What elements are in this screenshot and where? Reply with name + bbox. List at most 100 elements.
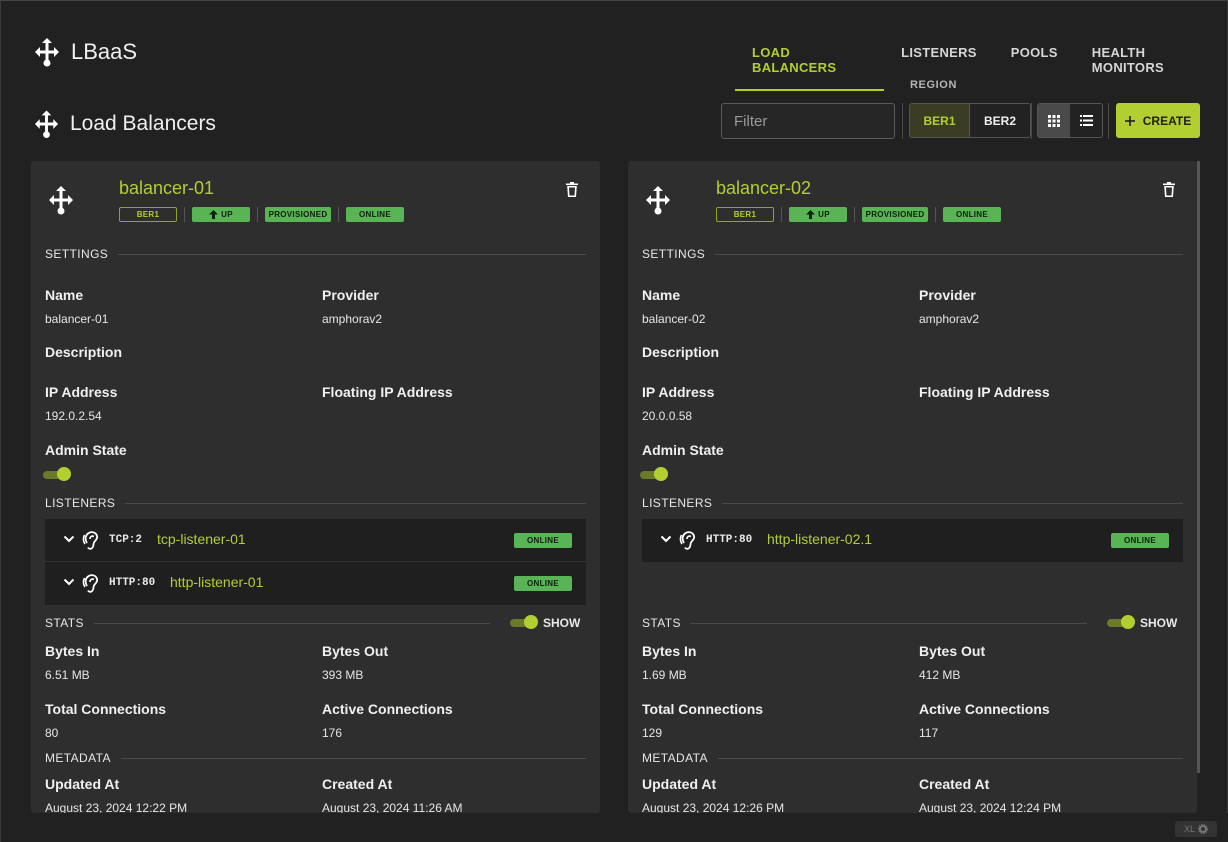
chevron-down-icon[interactable]: [660, 533, 672, 545]
status-up-label: UP: [818, 210, 830, 219]
admin-state-toggle[interactable]: [43, 467, 71, 481]
bytes-out-label: Bytes Out: [322, 643, 389, 659]
tab-health-monitors[interactable]: HEALTH MONITORS: [1075, 33, 1227, 91]
floating-ip-label: Floating IP Address: [919, 384, 1050, 400]
stats-show-toggle-group: SHOW: [508, 615, 586, 630]
trash-icon[interactable]: [1163, 182, 1175, 197]
bytes-in-label: Bytes In: [642, 643, 697, 659]
updated-at-value: August 23, 2024 12:22 PM: [45, 801, 188, 813]
description-label: Description: [45, 344, 123, 360]
listeners-list: HTTP:80 http-listener-02.1 ONLINE: [642, 519, 1183, 562]
stats-show-toggle[interactable]: [510, 615, 538, 629]
filter-input[interactable]: [721, 103, 895, 139]
provisioning-badge: PROVISIONED: [862, 207, 928, 222]
stats-show-toggle-group: SHOW: [1105, 615, 1183, 630]
create-button-label: CREATE: [1142, 113, 1192, 128]
ip-address-label: IP Address: [45, 384, 118, 400]
toggle-knob: [57, 467, 71, 481]
settings-section-header: SETTINGS: [45, 247, 586, 261]
toggle-knob: [524, 615, 538, 629]
badge-divider: [935, 207, 936, 222]
floating-ip-label: Floating IP Address: [322, 384, 453, 400]
section-title: LISTENERS: [642, 496, 713, 510]
listener-protocol: HTTP:80: [109, 577, 156, 589]
show-label: SHOW: [543, 616, 581, 630]
status-up-badge: UP: [789, 207, 847, 222]
section-divider: [717, 757, 1183, 759]
listener-status-badge: ONLINE: [514, 533, 572, 548]
load-balancer-icon: [646, 186, 670, 215]
active-connections-label: Active Connections: [919, 701, 1050, 717]
scrollbar[interactable]: [1197, 161, 1200, 773]
section-title: METADATA: [45, 751, 111, 765]
listeners-section-header: LISTENERS: [642, 496, 1183, 510]
toolbar-divider: [1108, 103, 1109, 139]
total-connections-value: 80: [45, 726, 59, 740]
listener-name-link[interactable]: tcp-listener-01: [157, 531, 246, 547]
app-window: LBaaS LOAD BALANCERS LISTENERS POOLS HEA…: [0, 0, 1228, 842]
active-connections-value: 176: [322, 726, 343, 740]
app-title: LBaaS: [71, 39, 138, 64]
load-balancer-card: balancer-02 BER1 UP PROVISIONED ONLINE S…: [628, 161, 1197, 813]
section-title: METADATA: [642, 751, 708, 765]
total-connections-label: Total Connections: [642, 701, 764, 717]
operating-status-badge: ONLINE: [346, 207, 404, 222]
admin-state-label: Admin State: [45, 442, 127, 458]
region-selector: BER1 BER2: [909, 103, 1031, 138]
trash-icon[interactable]: [566, 182, 578, 197]
tab-load-balancers[interactable]: LOAD BALANCERS: [735, 33, 885, 91]
ear-icon: [82, 574, 99, 593]
grid-view-button[interactable]: [1038, 104, 1070, 137]
badge-divider: [257, 207, 258, 222]
load-balancer-icon: [49, 186, 73, 215]
bottom-bar: [1, 813, 1228, 842]
breakpoint-label: XL: [1183, 824, 1195, 834]
created-at-value: August 23, 2024 11:26 AM: [322, 801, 463, 813]
listener-name-link[interactable]: http-listener-02.1: [767, 531, 872, 547]
updated-at-value: August 23, 2024 12:26 PM: [642, 801, 785, 813]
stats-show-toggle[interactable]: [1107, 615, 1135, 629]
admin-state-label: Admin State: [642, 442, 724, 458]
badge-divider: [184, 207, 185, 222]
ip-address-value: 20.0.0.58: [642, 409, 693, 423]
stats-section-header: STATS SHOW: [45, 615, 586, 630]
region-ber1-button[interactable]: BER1: [910, 104, 970, 137]
bytes-out-value: 393 MB: [322, 668, 364, 682]
balancer-name-link[interactable]: balancer-02: [716, 178, 811, 199]
bytes-in-value: 1.69 MB: [642, 668, 687, 682]
status-up-label: UP: [221, 210, 233, 219]
status-badges: BER1 UP PROVISIONED ONLINE: [716, 207, 1001, 222]
listener-row[interactable]: HTTP:80 http-listener-01 ONLINE: [45, 562, 586, 605]
section-divider: [120, 757, 586, 759]
status-up-badge: UP: [192, 207, 250, 222]
top-nav: LOAD BALANCERS LISTENERS POOLS HEALTH MO…: [735, 33, 1227, 91]
provider-value: amphorav2: [919, 312, 980, 326]
create-button[interactable]: CREATE: [1116, 103, 1200, 138]
name-value: balancer-02: [642, 312, 706, 326]
toolbar-divider: [902, 103, 903, 139]
admin-state-toggle[interactable]: [640, 467, 668, 481]
provider-label: Provider: [919, 287, 976, 303]
active-connections-value: 117: [919, 726, 939, 740]
chevron-down-icon[interactable]: [63, 533, 75, 545]
provider-label: Provider: [322, 287, 379, 303]
list-view-button[interactable]: [1070, 104, 1102, 137]
listener-row[interactable]: TCP:2 tcp-listener-01 ONLINE: [45, 519, 586, 562]
chevron-down-icon[interactable]: [63, 576, 75, 588]
listener-row[interactable]: HTTP:80 http-listener-02.1 ONLINE: [642, 519, 1183, 562]
section-divider: [690, 622, 1087, 624]
description-label: Description: [642, 344, 720, 360]
page-title: Load Balancers: [70, 112, 216, 135]
app-header: LBaaS: [33, 37, 137, 67]
region-ber2-button[interactable]: BER2: [970, 104, 1030, 137]
listener-name-link[interactable]: http-listener-01: [170, 574, 263, 590]
balancer-name-link[interactable]: balancer-01: [119, 178, 214, 199]
page-header: Load Balancers: [33, 109, 216, 139]
tab-pools[interactable]: POOLS: [994, 33, 1075, 91]
gear-icon: [1198, 824, 1208, 834]
listeners-section-header: LISTENERS: [45, 496, 586, 510]
name-label: Name: [642, 287, 681, 303]
list-icon: [1079, 115, 1093, 126]
settings-section-header: SETTINGS: [642, 247, 1183, 261]
region-badge: BER1: [716, 207, 774, 222]
